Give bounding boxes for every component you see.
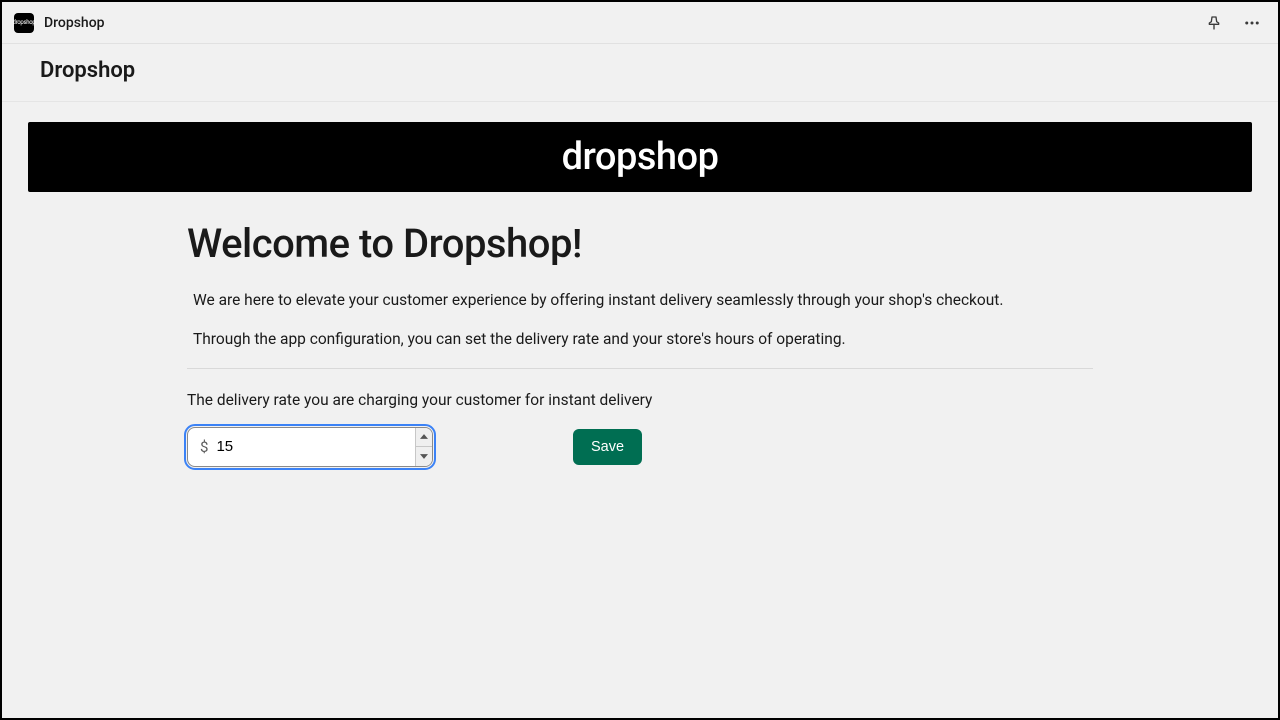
body-inner: Welcome to Dropshop! We are here to elev… [185,220,1095,467]
app-logo-icon: dropshop [14,13,34,33]
delivery-rate-input-wrap[interactable]: $ [187,427,433,467]
delivery-rate-input[interactable] [216,428,415,466]
chevron-down-icon [420,454,428,459]
brand-banner: dropshop [28,122,1252,192]
welcome-heading: Welcome to Dropshop! [187,220,1093,267]
step-down-button[interactable] [416,447,432,466]
currency-symbol: $ [200,438,208,456]
brand-banner-text: dropshop [562,135,719,179]
intro-paragraph-1: We are here to elevate your customer exp… [193,289,1087,312]
more-button[interactable] [1238,9,1266,37]
step-up-button[interactable] [416,428,432,448]
pin-icon [1206,15,1222,31]
save-button[interactable]: Save [573,429,642,465]
app-frame: dropshop Dropshop Dropshop dropshop Welc… [0,0,1280,720]
rate-field-row: $ Save [187,427,1093,467]
intro-paragraph-2: Through the app configuration, you can s… [193,328,1087,351]
page-title: Dropshop [40,58,1240,83]
appbar-title: Dropshop [44,15,105,31]
chevron-up-icon [420,434,428,439]
pin-button[interactable] [1200,9,1228,37]
content-area: dropshop Welcome to Dropshop! We are her… [2,102,1278,718]
app-logo-text: dropshop [13,19,36,26]
number-stepper [415,428,432,466]
page-header: Dropshop [2,44,1278,102]
section-divider [187,368,1093,369]
appbar: dropshop Dropshop [2,2,1278,44]
more-horizontal-icon [1243,14,1261,32]
delivery-rate-label: The delivery rate you are charging your … [187,391,1093,409]
